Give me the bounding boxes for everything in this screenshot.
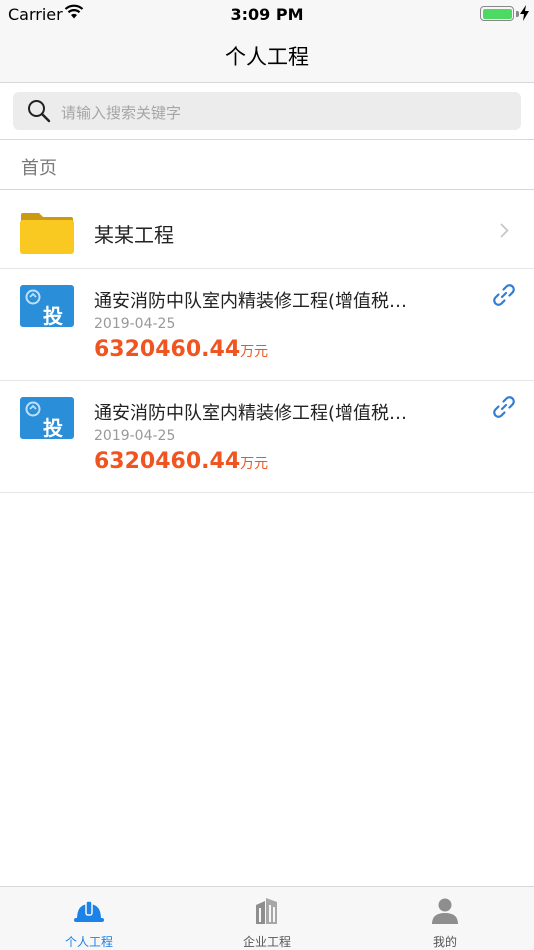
building-icon xyxy=(256,898,277,924)
search-placeholder: 请输入搜索关键字 xyxy=(61,104,182,122)
tab-mine[interactable]: 我的 xyxy=(356,887,534,950)
tab-label: 我的 xyxy=(432,935,457,949)
project-row[interactable]: 投 通安消防中队室内精装修工程(增值税… 2019-04-25 6320460.… xyxy=(0,381,534,493)
clock-time: 3:09 PM xyxy=(230,5,304,24)
charging-bolt-icon xyxy=(520,5,529,21)
person-icon xyxy=(432,898,458,924)
bid-badge-label: 投 xyxy=(43,416,63,440)
folder-icon xyxy=(20,213,74,254)
search-section: 请输入搜索关键字 xyxy=(0,84,534,140)
amount-value: 6320460.44 xyxy=(94,449,241,474)
project-amount: 6320460.44万元 xyxy=(94,337,268,362)
breadcrumb-home[interactable]: 首页 xyxy=(21,154,57,180)
project-title: 通安消防中队室内精装修工程(增值税… xyxy=(94,403,408,424)
project-date: 2019-04-25 xyxy=(94,428,176,444)
folder-label: 某某工程 xyxy=(94,223,174,247)
tab-label: 个人工程 xyxy=(64,935,113,949)
project-amount: 6320460.44万元 xyxy=(94,449,268,474)
amount-unit: 万元 xyxy=(240,344,269,360)
chevron-right-icon xyxy=(500,223,509,238)
folder-row[interactable]: 某某工程 xyxy=(0,191,534,269)
search-input[interactable]: 请输入搜索关键字 xyxy=(13,92,521,130)
hard-hat-icon xyxy=(74,900,104,922)
tab-enterprise-projects[interactable]: 企业工程 xyxy=(178,887,356,950)
amount-unit: 万元 xyxy=(240,456,269,472)
status-bar: Carrier 3:09 PM xyxy=(0,0,534,28)
battery-icon xyxy=(480,6,514,21)
project-date: 2019-04-25 xyxy=(94,316,176,332)
amount-value: 6320460.44 xyxy=(94,337,241,362)
tab-personal-projects[interactable]: 个人工程 xyxy=(0,887,178,950)
project-title: 通安消防中队室内精装修工程(增值税… xyxy=(94,291,408,312)
navigation-bar: 个人工程 xyxy=(0,28,534,83)
tab-label: 企业工程 xyxy=(242,935,291,949)
link-icon[interactable] xyxy=(492,395,516,419)
tab-bar: 个人工程 企业工程 我的 xyxy=(0,886,534,950)
link-icon[interactable] xyxy=(492,283,516,307)
bid-badge-label: 投 xyxy=(43,304,63,328)
breadcrumb: 首页 xyxy=(0,141,534,190)
search-icon xyxy=(28,100,51,123)
battery-cap xyxy=(516,11,519,17)
project-row[interactable]: 投 通安消防中队室内精装修工程(增值税… 2019-04-25 6320460.… xyxy=(0,269,534,381)
page-title: 个人工程 xyxy=(225,45,309,69)
